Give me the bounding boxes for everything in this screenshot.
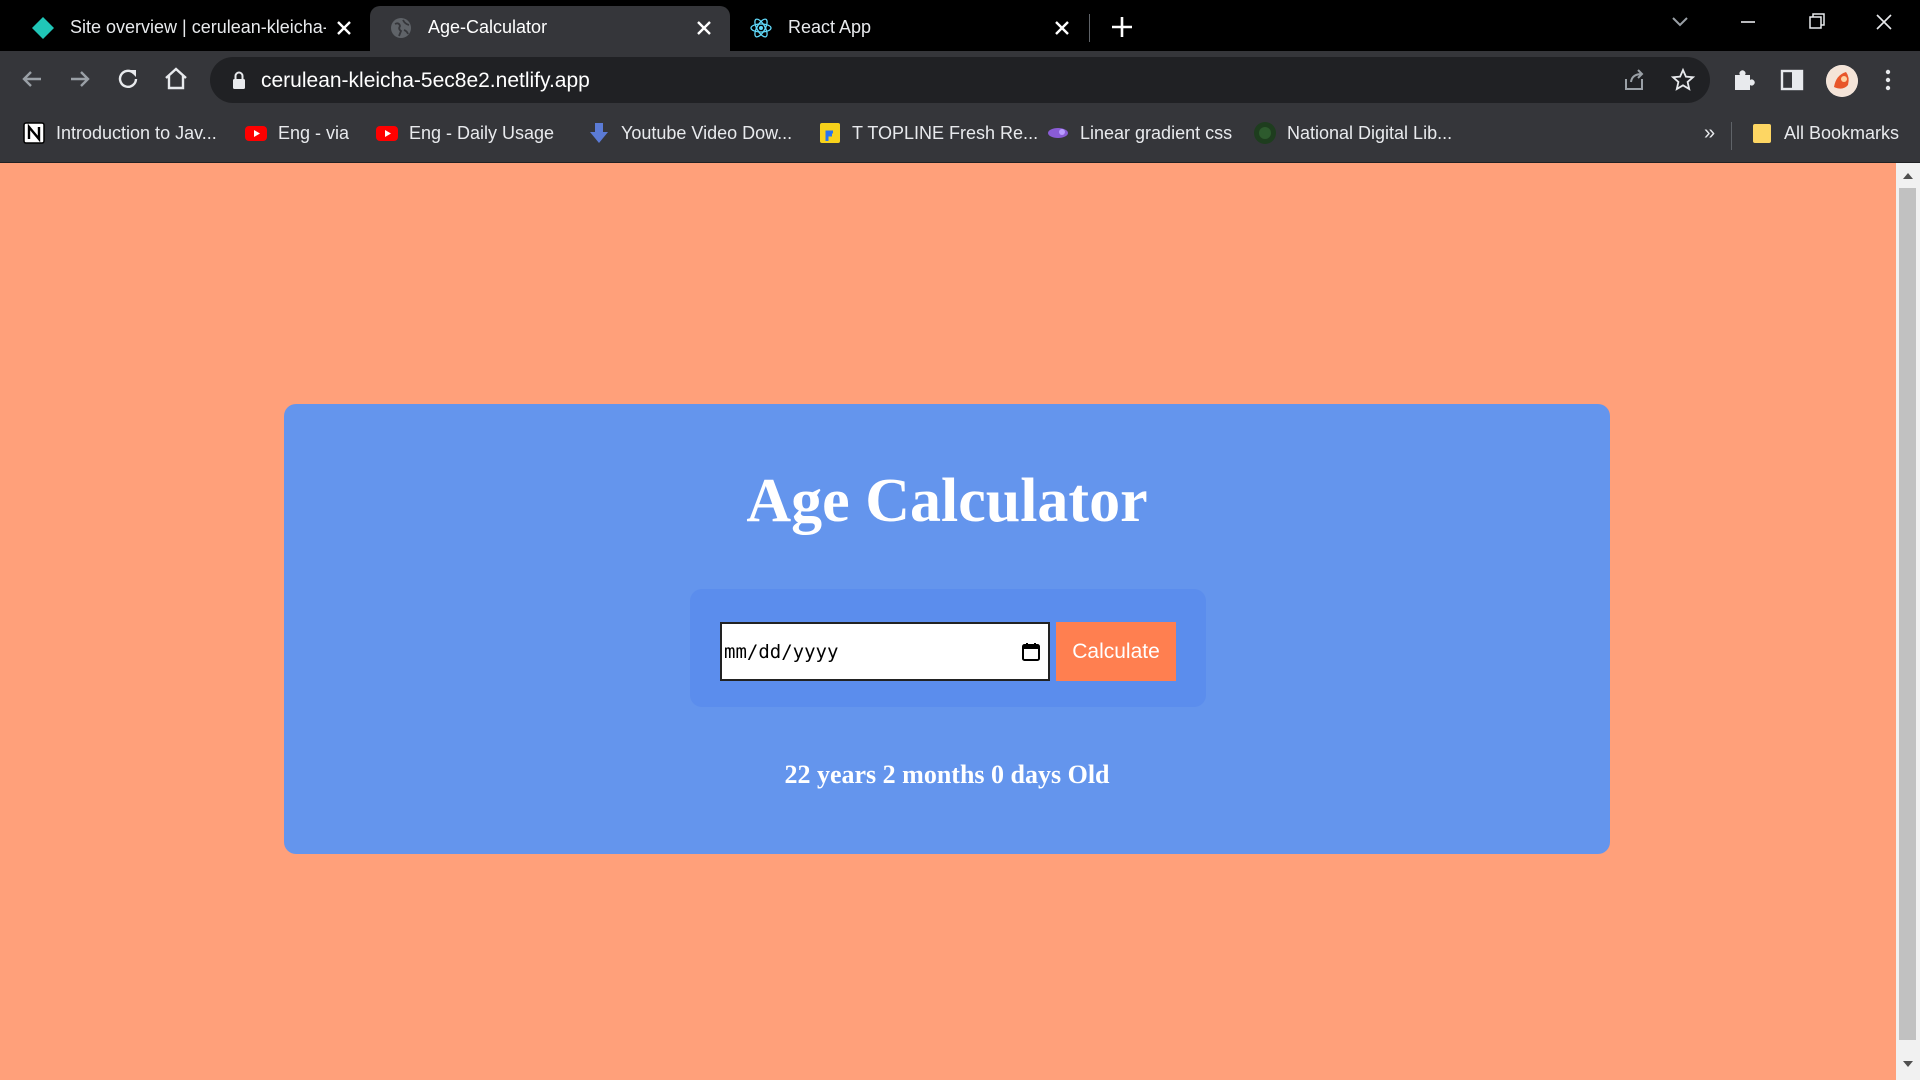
bookmarks-overflow-button[interactable]: »: [1704, 118, 1715, 148]
bookmark-star-icon[interactable]: [1670, 67, 1696, 93]
bookmark-label: T TOPLINE Fresh Re...: [852, 122, 1039, 143]
react-icon: [750, 18, 772, 38]
notion-icon: [23, 122, 45, 144]
all-bookmarks-folder[interactable]: All Bookmarks: [1750, 118, 1899, 148]
home-icon[interactable]: [160, 63, 192, 95]
bookmark-label: Eng - via: [278, 122, 350, 143]
tab-site-overview[interactable]: Site overview | cerulean-kleicha-: [12, 6, 370, 51]
back-arrow-icon[interactable]: [16, 63, 48, 95]
browser-toolbar: cerulean-kleicha-5ec8e2.netlify.app: [0, 51, 1920, 108]
kebab-menu-icon[interactable]: [1874, 66, 1902, 94]
close-tab-icon[interactable]: [1050, 16, 1074, 40]
bookmarks-bar: Introduction to Jav... Eng - via Eng - D…: [0, 108, 1920, 163]
tab-title: Age-Calculator: [428, 17, 548, 37]
bookmark-topline-fresh[interactable]: T TOPLINE Fresh Re...: [818, 118, 1038, 148]
tab-title: Site overview | cerulean-kleicha-: [70, 17, 326, 37]
age-result: 22 years 2 months 0 days Old: [784, 760, 1110, 789]
bookmark-linear-gradient-css[interactable]: Linear gradient css: [1046, 118, 1232, 148]
page-title: Age Calculator: [746, 467, 1148, 535]
tab-react-app[interactable]: React App: [730, 6, 1088, 51]
tab-age-calculator[interactable]: Age-Calculator: [370, 6, 730, 51]
close-window-icon[interactable]: [1864, 8, 1904, 36]
profile-avatar[interactable]: [1826, 65, 1858, 97]
close-tab-icon[interactable]: [332, 16, 356, 40]
download-arrow-icon: [590, 123, 608, 143]
netlify-diamond-icon: [32, 17, 54, 39]
calendar-icon[interactable]: [1020, 641, 1042, 663]
bookmark-label: All Bookmarks: [1784, 122, 1900, 143]
globe-icon: [391, 18, 411, 38]
bookmark-label: Introduction to Jav...: [56, 122, 217, 143]
overflow-chevron-icon: »: [1704, 121, 1716, 144]
bookmark-national-digital-library[interactable]: National Digital Lib...: [1253, 118, 1452, 148]
folder-icon: [1753, 124, 1771, 143]
bookmark-introduction-to-java[interactable]: Introduction to Jav...: [22, 118, 217, 148]
url-text: cerulean-kleicha-5ec8e2.netlify.app: [261, 69, 590, 92]
age-calculator-card: Age Calculator mm/dd/yyyy Calculate 22 y…: [284, 404, 1610, 854]
close-tab-icon[interactable]: [692, 16, 716, 40]
tab-strip: Site overview | cerulean-kleicha- Age-Ca…: [0, 0, 1920, 51]
address-bar[interactable]: cerulean-kleicha-5ec8e2.netlify.app: [210, 57, 1710, 103]
extensions-puzzle-icon[interactable]: [1730, 66, 1758, 94]
share-icon[interactable]: [1622, 67, 1648, 93]
date-placeholder: mm/dd/yyyy: [724, 641, 839, 663]
bookmark-eng-daily-usage[interactable]: Eng - Daily Usage: [375, 118, 554, 148]
tab-search-chevron-icon[interactable]: [1660, 8, 1700, 36]
scrollbar-thumb[interactable]: [1899, 188, 1916, 1040]
birthdate-input[interactable]: mm/dd/yyyy: [720, 622, 1050, 681]
bookmark-label: Youtube Video Dow...: [621, 122, 793, 143]
bookmark-youtube-video-download[interactable]: Youtube Video Dow...: [587, 118, 792, 148]
youtube-icon: [245, 126, 267, 141]
bookmark-label: National Digital Lib...: [1287, 122, 1453, 143]
bookmark-eng-via[interactable]: Eng - via: [244, 118, 349, 148]
date-form: mm/dd/yyyy Calculate: [690, 589, 1206, 707]
tab-separator: [1089, 14, 1090, 42]
minimize-icon[interactable]: [1728, 8, 1768, 36]
bookmarks-separator: [1731, 122, 1732, 150]
scroll-up-arrow-icon[interactable]: [1900, 168, 1916, 184]
new-tab-plus-icon[interactable]: [1104, 11, 1140, 43]
bookmark-label: Linear gradient css: [1080, 122, 1233, 143]
avatar-image-icon: [1826, 65, 1858, 97]
forward-arrow-icon[interactable]: [64, 63, 96, 95]
tab-title: React App: [788, 17, 872, 37]
gradient-icon: [1048, 128, 1068, 138]
calculate-button[interactable]: Calculate: [1056, 622, 1176, 681]
reload-icon[interactable]: [112, 63, 144, 95]
ndl-icon: [1254, 122, 1276, 144]
side-panel-icon[interactable]: [1778, 66, 1806, 94]
flipkart-icon: [820, 123, 840, 143]
scroll-down-arrow-icon[interactable]: [1900, 1056, 1916, 1072]
restore-icon[interactable]: [1796, 8, 1836, 36]
bookmark-label: Eng - Daily Usage: [409, 122, 555, 143]
youtube-icon: [376, 126, 398, 141]
lock-icon[interactable]: [230, 70, 248, 90]
